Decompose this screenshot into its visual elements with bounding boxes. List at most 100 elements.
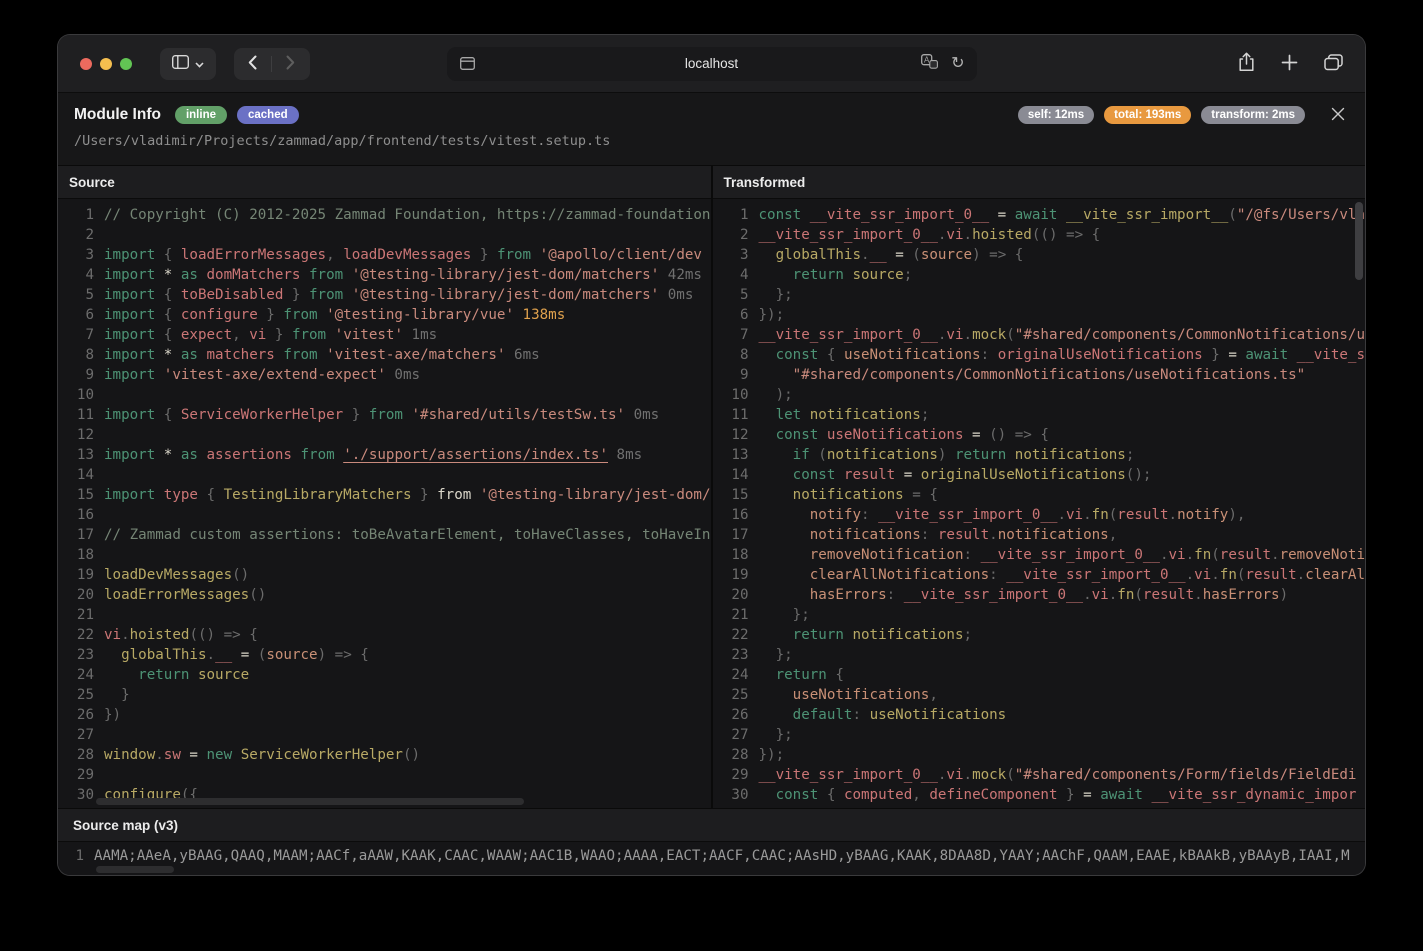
code-line: 4 import * as domMatchers from '@testing-… (58, 265, 711, 285)
sourcemap-code: 1 AAMA;AAeA,yBAAG,QAAQ,MAAM;AACf,aAAW,KAA… (58, 842, 1365, 875)
line-number: 19 (76, 567, 94, 583)
code-line: 11 let notifications; (713, 405, 1366, 425)
line-number: 9 (739, 367, 749, 383)
transformed-vscrollbar-thumb[interactable] (1355, 202, 1363, 280)
module-path: /Users/vladimir/Projects/zammad/app/fron… (74, 133, 611, 149)
line-number: 20 (731, 587, 749, 603)
traffic-lights (80, 57, 132, 70)
code-line: 12 (58, 425, 711, 445)
line-number: 8 (739, 347, 749, 363)
line-number: 21 (731, 607, 749, 623)
line-number: 28 (731, 747, 749, 763)
code-line: 17 notifications: result.notifications, (713, 525, 1366, 545)
line-number: 1 (85, 207, 94, 223)
file-link[interactable]: './support/assertions/index.ts' (343, 447, 608, 463)
chevron-left-icon (248, 55, 257, 73)
share-button[interactable] (1238, 52, 1255, 75)
transformed-panel-header: Transformed (712, 166, 1365, 199)
transformed-code: 1 const __vite_ssr_import_0__ = await __v… (713, 200, 1366, 808)
code-line: 19 clearAllNotifications: __vite_ssr_imp… (713, 565, 1365, 585)
new-tab-button[interactable] (1281, 54, 1298, 74)
code-line: 26}) (58, 705, 711, 725)
line-number: 5 (85, 287, 94, 303)
line-number: 13 (76, 447, 94, 463)
code-line: 23 }; (713, 645, 1366, 665)
code-line: 7 __vite_ssr_import_0__.vi.mock("#shared/… (713, 325, 1365, 345)
line-number: 5 (739, 287, 749, 303)
line-number: 15 (731, 487, 749, 503)
line-number: 22 (731, 627, 749, 643)
line-number: 14 (731, 467, 749, 483)
sourcemap-panel: Source map (v3) 1 AAMA;AAeA,yBAAG,QAAQ,MA… (58, 808, 1365, 875)
line-number: 18 (731, 547, 749, 563)
line-number: 29 (731, 767, 749, 783)
line-number: 13 (731, 447, 749, 463)
code-line: 29 (58, 765, 711, 785)
line-number: 22 (76, 627, 94, 643)
code-line: 19 loadDevMessages() (58, 565, 711, 585)
code-line: 22 return notifications; (713, 625, 1366, 645)
minimize-window-button[interactable] (100, 57, 112, 70)
code-line: 6}); (713, 305, 1366, 325)
line-number: 3 (85, 247, 94, 263)
code-line: 12 const useNotifications = () => { (713, 425, 1366, 445)
sidebar-icon (171, 54, 190, 72)
code-line: 30 const { computed, defineComponent } =… (713, 785, 1366, 805)
code-line: 20 loadErrorMessages() (58, 585, 711, 605)
sourcemap-hscrollbar-thumb[interactable] (96, 866, 174, 873)
module-info-header: Module Info inline cached self: 12ms tot… (58, 93, 1365, 166)
code-line: 15 notifications = { (713, 485, 1366, 505)
code-line: 1// Copyright (C) 2012-2025 Zammad Found… (58, 205, 711, 225)
line-number: 14 (76, 467, 94, 483)
address-bar[interactable]: localhost A ↻ (446, 46, 977, 81)
code-line: 27 }; (713, 725, 1366, 745)
line-number: 26 (731, 707, 749, 723)
close-button[interactable] (1331, 107, 1345, 124)
sourcemap-panel-title: Source map (v3) (73, 817, 179, 833)
code-line: 18 (58, 545, 711, 565)
code-line: 13 if (notifications) return notificatio… (713, 445, 1366, 465)
forward-button[interactable] (272, 48, 309, 80)
line-number: 8 (85, 347, 94, 363)
chevron-down-icon (195, 56, 204, 71)
code-line: 16 notify: __vite_ssr_import_0__.vi.fn(r… (713, 505, 1366, 525)
code-line: 28 window.sw = new ServiceWorkerHelper() (58, 745, 711, 765)
translate-icon[interactable]: A (921, 53, 939, 74)
nav-buttons (234, 47, 310, 80)
line-number: 9 (85, 367, 94, 383)
line-number: 16 (731, 507, 749, 523)
browser-window: localhost A ↻ Module Info inline cached … (58, 35, 1365, 875)
line-number: 17 (731, 527, 749, 543)
source-hscrollbar-thumb[interactable] (96, 798, 524, 805)
line-number: 29 (76, 767, 94, 783)
line-number: 15 (76, 487, 94, 503)
inline-badge: inline (174, 106, 227, 124)
line-number: 16 (76, 507, 94, 523)
source-panel-header: Source (58, 166, 711, 199)
line-number: 27 (76, 727, 94, 743)
code-line: 22 vi.hoisted(() => { (58, 625, 711, 645)
code-line: 27 (58, 725, 711, 745)
line-number: 24 (76, 667, 94, 683)
line-number: 1 (739, 207, 749, 223)
source-code: 1// Copyright (C) 2012-2025 Zammad Found… (58, 200, 711, 808)
reload-icon[interactable]: ↻ (951, 55, 964, 72)
svg-text:A: A (924, 55, 930, 64)
chevron-right-icon (286, 55, 295, 73)
code-line: 13 import * as assertions from './support… (58, 445, 711, 465)
zoom-window-button[interactable] (120, 57, 132, 70)
page-settings-icon[interactable] (459, 57, 475, 70)
code-line: 3 import { loadErrorMessages, loadDevMess… (58, 245, 711, 265)
back-button[interactable] (234, 48, 271, 80)
show-tabs-button[interactable] (1324, 53, 1343, 74)
code-line: 14 (58, 465, 711, 485)
line-number: 6 (85, 307, 94, 323)
sidebar-toggle-button[interactable] (160, 47, 216, 80)
close-window-button[interactable] (80, 57, 92, 70)
line-number: 11 (731, 407, 749, 423)
code-line: 10 (58, 385, 711, 405)
sourcemap-panel-header: Source map (v3) (58, 809, 1365, 842)
tabs-icon (1324, 53, 1343, 74)
line-number: 18 (76, 547, 94, 563)
line-number: 23 (76, 647, 94, 663)
